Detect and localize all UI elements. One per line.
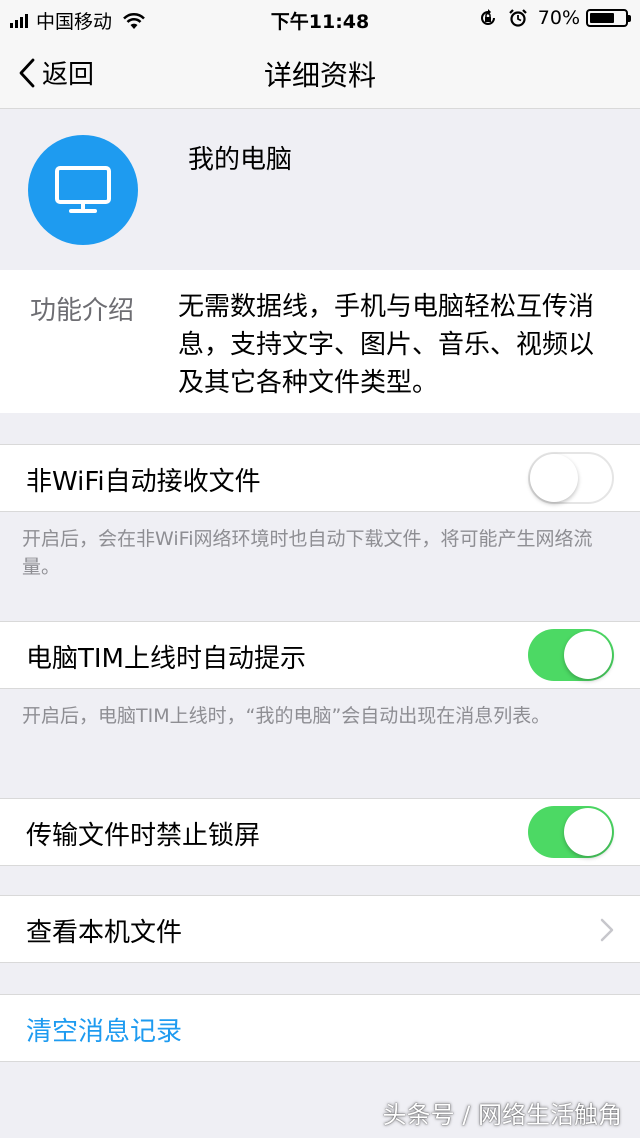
toggle-knob: [530, 454, 578, 502]
no-lock-label: 传输文件时禁止锁屏: [26, 821, 261, 851]
watermark-text: 头条号 / 网络生活触角: [382, 1101, 622, 1129]
battery-icon: [586, 9, 631, 27]
wifi-receive-description: 开启后，会在非WiFi网络环境时也自动下载文件，将可能产生网络流量。: [22, 528, 593, 578]
chevron-right-icon: [600, 918, 614, 942]
profile-name: 我的电脑: [188, 145, 293, 175]
avatar: [28, 135, 138, 245]
tim-online-row: 电脑TIM上线时自动提示: [0, 621, 640, 689]
page-title: 详细资料: [263, 59, 376, 92]
profile-section: 我的电脑: [0, 109, 640, 270]
no-lock-row: 传输文件时禁止锁屏: [0, 798, 640, 866]
battery-fill: [590, 13, 614, 23]
tim-online-label: 电脑TIM上线时自动提示: [26, 644, 306, 674]
clear-history-button[interactable]: 清空消息记录: [26, 1011, 182, 1048]
toggle-knob: [564, 631, 612, 679]
view-files-label: 查看本机文件: [26, 918, 183, 948]
wifi-receive-row: 非WiFi自动接收文件: [0, 444, 640, 512]
clear-history-row[interactable]: 清空消息记录: [0, 994, 640, 1062]
orientation-lock-icon: [480, 9, 495, 25]
tim-online-description: 开启后，电脑TIM上线时，“我的电脑”会自动出现在消息列表。: [22, 705, 551, 727]
view-files-row[interactable]: 查看本机文件: [0, 895, 640, 963]
intro-text: 无需数据线，手机与电脑轻松互传消息，支持文字、图片、音乐、视频以及其它各种文件类…: [178, 292, 595, 398]
status-right: 70%: [478, 7, 631, 29]
wifi-receive-toggle[interactable]: [528, 452, 614, 504]
nav-bar: 返回 详细资料: [0, 36, 640, 109]
status-bar: 中国移动 下午11:48 70%: [0, 0, 640, 36]
intro-label: 功能介绍: [30, 296, 135, 326]
tim-online-toggle[interactable]: [528, 629, 614, 681]
no-lock-toggle[interactable]: [528, 806, 614, 858]
intro-section: 功能介绍 无需数据线，手机与电脑轻松互传消息，支持文字、图片、音乐、视频以及其它…: [0, 270, 640, 413]
toggle-knob: [564, 808, 612, 856]
alarm-icon: [508, 9, 527, 27]
monitor-icon: [55, 166, 111, 213]
wifi-receive-label: 非WiFi自动接收文件: [26, 467, 261, 497]
battery-percent: 70%: [537, 7, 580, 29]
